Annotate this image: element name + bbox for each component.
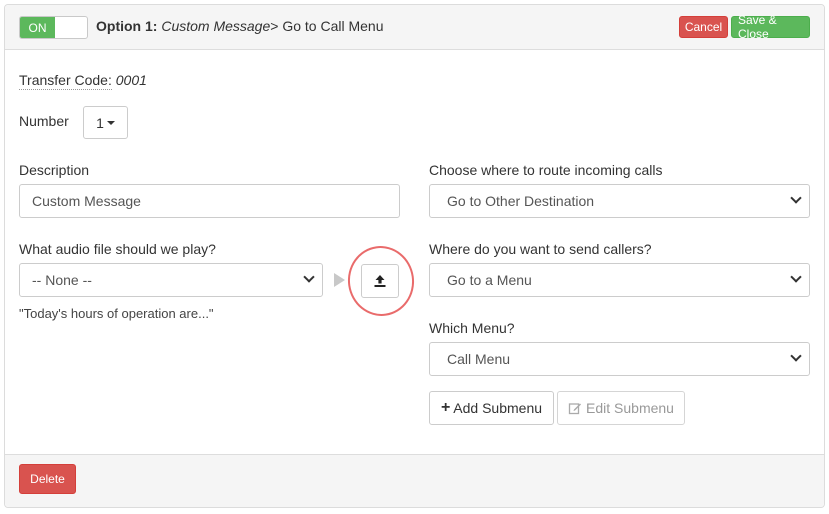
delete-button[interactable]: Delete xyxy=(19,464,76,494)
transfer-code-label[interactable]: Transfer Code: xyxy=(19,72,112,90)
toggle-on-label: ON xyxy=(20,17,55,38)
edit-icon xyxy=(568,403,582,415)
breadcrumb-separator: > xyxy=(270,18,279,34)
option-panel: ON Option 1: Custom Message> Go to Call … xyxy=(4,4,825,508)
annotation-circle xyxy=(343,241,419,321)
chevron-down-icon xyxy=(790,350,802,362)
which-menu-selected: Call Menu xyxy=(447,351,511,367)
number-label: Number xyxy=(19,113,69,129)
number-value: 1 xyxy=(96,114,104,131)
save-close-button[interactable]: Save & Close xyxy=(731,13,810,41)
caret-down-icon xyxy=(106,120,115,125)
panel-footer: Delete xyxy=(5,454,824,507)
edit-submenu-button[interactable]: Edit Submenu xyxy=(557,391,685,425)
send-callers-select[interactable]: Go to a Menu xyxy=(429,263,810,297)
number-dropdown[interactable]: 1 xyxy=(83,106,128,139)
transfer-code: Transfer Code: 0001 xyxy=(19,72,147,90)
description-input[interactable]: Custom Message xyxy=(19,184,400,218)
route-select[interactable]: Go to Other Destination xyxy=(429,184,810,218)
transfer-code-value: 0001 xyxy=(115,72,147,88)
add-submenu-button[interactable]: + Add Submenu xyxy=(429,391,554,425)
route-selected: Go to Other Destination xyxy=(447,193,595,209)
option-name: Custom Message xyxy=(161,18,271,34)
plus-icon: + xyxy=(440,399,451,416)
which-menu-select[interactable]: Call Menu xyxy=(429,342,810,376)
audio-file-select[interactable]: -- None -- xyxy=(19,263,323,297)
option-title: Option 1: Custom Message> Go to Call Men… xyxy=(96,18,384,34)
audio-file-selected: -- None -- xyxy=(32,272,92,288)
panel-header: ON Option 1: Custom Message> Go to Call … xyxy=(5,5,824,50)
chevron-down-icon xyxy=(303,271,315,283)
route-label: Choose where to route incoming calls xyxy=(429,162,663,178)
option-destination: Go to Call Menu xyxy=(282,18,384,34)
play-icon[interactable] xyxy=(334,273,345,287)
chevron-down-icon xyxy=(790,192,802,204)
which-menu-label: Which Menu? xyxy=(429,320,515,336)
audio-file-label: What audio file should we play? xyxy=(19,241,216,257)
chevron-down-icon xyxy=(790,271,802,283)
edit-submenu-label: Edit Submenu xyxy=(586,400,674,416)
send-callers-label: Where do you want to send callers? xyxy=(429,241,652,257)
cancel-button[interactable]: Cancel xyxy=(679,16,728,38)
option-prefix: Option 1: xyxy=(96,18,158,34)
description-label: Description xyxy=(19,162,90,178)
description-value: Custom Message xyxy=(32,193,141,209)
on-off-toggle[interactable]: ON xyxy=(19,16,88,39)
send-callers-selected: Go to a Menu xyxy=(447,272,532,288)
audio-transcript: "Today's hours of operation are..." xyxy=(19,306,214,321)
add-submenu-label: Add Submenu xyxy=(453,400,543,416)
